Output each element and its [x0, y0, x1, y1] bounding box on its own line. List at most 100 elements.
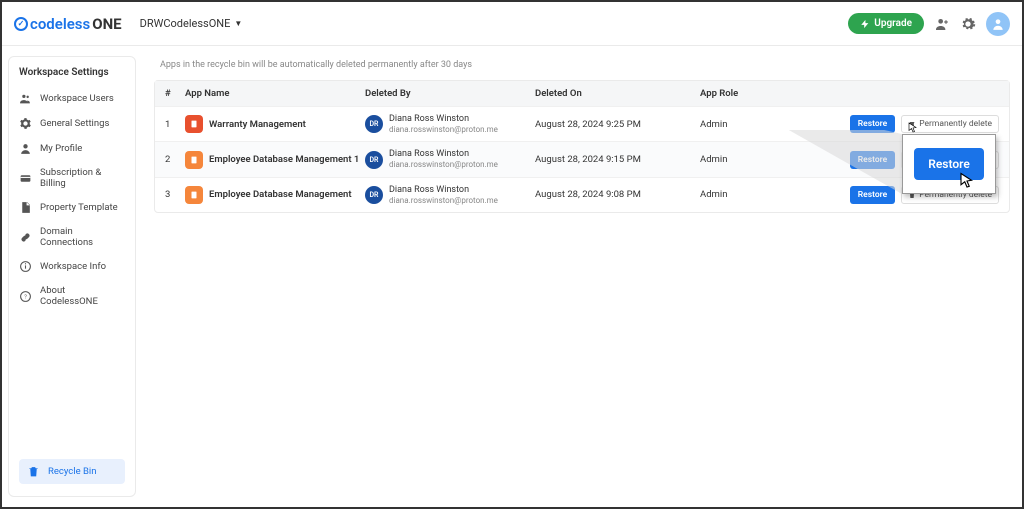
- user-email: diana.rosswinston@proton.me: [389, 160, 498, 170]
- trash-icon: [27, 465, 40, 478]
- chevron-down-icon: ▼: [234, 19, 242, 28]
- restore-button[interactable]: Restore: [850, 186, 895, 204]
- brand-logo[interactable]: ✓ codelessONE: [14, 15, 122, 33]
- document-icon: [19, 201, 32, 214]
- sidebar-item-workspace-users[interactable]: Workspace Users: [9, 86, 135, 111]
- workspace-selector[interactable]: DRWCodelessONE ▼: [140, 17, 243, 30]
- link-icon: [19, 231, 32, 244]
- user-avatar-badge: DR: [365, 186, 383, 204]
- perm-delete-label: Permanently delete: [919, 155, 992, 165]
- recycle-notice: Apps in the recycle bin will be automati…: [160, 60, 1010, 70]
- perm-delete-label: Permanently delete: [919, 119, 992, 129]
- user-avatar-badge: DR: [365, 115, 383, 133]
- app-cell[interactable]: Employee Database Management: [185, 186, 365, 204]
- sidebar-label: My Profile: [40, 143, 82, 154]
- col-deleted-on: Deleted On: [535, 88, 700, 99]
- user-info: Diana Ross Winston diana.rosswinston@pro…: [389, 185, 498, 205]
- sidebar-item-subscription[interactable]: Subscription & Billing: [9, 161, 135, 195]
- cursor-icon: [907, 122, 919, 134]
- sidebar-label: Workspace Users: [40, 93, 114, 104]
- info-icon: [19, 260, 32, 273]
- sidebar-label: General Settings: [40, 118, 109, 129]
- user-name: Diana Ross Winston: [389, 149, 498, 160]
- user-name: Diana Ross Winston: [389, 114, 498, 125]
- deleted-on: August 28, 2024 9:15 PM: [535, 154, 700, 165]
- sidebar-label: Recycle Bin: [48, 466, 96, 477]
- main-content: Apps in the recycle bin will be automati…: [142, 46, 1022, 507]
- row-index: 1: [165, 119, 185, 130]
- app-cell[interactable]: Employee Database Management 1: [185, 151, 365, 169]
- row-index: 3: [165, 189, 185, 200]
- row-index: 2: [165, 154, 185, 165]
- app-role: Admin: [700, 189, 800, 200]
- col-app-role: App Role: [700, 88, 800, 99]
- user-avatar[interactable]: [986, 12, 1010, 36]
- logo-mark-icon: ✓: [14, 17, 28, 31]
- app-icon: [185, 151, 203, 169]
- app-name: Employee Database Management: [209, 189, 352, 200]
- perm-delete-label: Permanently delete: [919, 190, 992, 200]
- deleted-by-cell: DR Diana Ross Winston diana.rosswinston@…: [365, 149, 535, 169]
- app-role: Admin: [700, 154, 800, 165]
- sidebar-item-my-profile[interactable]: My Profile: [9, 136, 135, 161]
- deleted-on: August 28, 2024 9:08 PM: [535, 189, 700, 200]
- table-row: 3 Employee Database Management DR Diana …: [155, 177, 1009, 212]
- upgrade-button[interactable]: Upgrade: [848, 13, 924, 34]
- user-avatar-badge: DR: [365, 151, 383, 169]
- workspace-name: DRWCodelessONE: [140, 17, 231, 30]
- table-header: # App Name Deleted By Deleted On App Rol…: [155, 81, 1009, 106]
- app-cell[interactable]: Warranty Management: [185, 115, 365, 133]
- gear-icon[interactable]: [960, 16, 976, 32]
- row-actions: Restore Permanently delete: [850, 151, 999, 169]
- row-actions: Restore Permanently delete: [850, 186, 999, 204]
- add-user-icon[interactable]: [934, 16, 950, 32]
- card-icon: [19, 172, 32, 185]
- row-actions: Restore Permanently delete: [850, 115, 999, 133]
- restore-button[interactable]: Restore: [850, 115, 895, 133]
- col-app-name: App Name: [185, 88, 365, 99]
- permanently-delete-button[interactable]: Permanently delete: [901, 186, 999, 204]
- sidebar-title: Workspace Settings: [9, 65, 135, 86]
- people-icon: [19, 92, 32, 105]
- deleted-by-cell: DR Diana Ross Winston diana.rosswinston@…: [365, 185, 535, 205]
- sidebar-label: Subscription & Billing: [40, 167, 125, 189]
- upgrade-label: Upgrade: [874, 18, 912, 29]
- user-email: diana.rosswinston@proton.me: [389, 125, 498, 135]
- sidebar-label: Property Template: [40, 202, 118, 213]
- sidebar-item-domain-connections[interactable]: Domain Connections: [9, 220, 135, 254]
- user-email: diana.rosswinston@proton.me: [389, 196, 498, 206]
- user-name: Diana Ross Winston: [389, 185, 498, 196]
- sidebar-item-workspace-info[interactable]: Workspace Info: [9, 254, 135, 279]
- deleted-on: August 28, 2024 9:25 PM: [535, 119, 700, 130]
- sidebar-bottom: Recycle Bin: [9, 459, 135, 488]
- app-header: ✓ codelessONE DRWCodelessONE ▼ Upgrade: [2, 2, 1022, 46]
- apps-table: # App Name Deleted By Deleted On App Rol…: [154, 80, 1010, 213]
- trash-icon: [908, 191, 916, 199]
- restore-button[interactable]: Restore: [850, 151, 895, 169]
- person-icon: [19, 142, 32, 155]
- sidebar: Workspace Settings Workspace Users Gener…: [2, 46, 142, 507]
- sidebar-item-general-settings[interactable]: General Settings: [9, 111, 135, 136]
- col-idx: #: [165, 88, 185, 99]
- app-role: Admin: [700, 119, 800, 130]
- sidebar-item-about[interactable]: ? About CodelessONE: [9, 279, 135, 313]
- sidebar-item-property-template[interactable]: Property Template: [9, 195, 135, 220]
- user-info: Diana Ross Winston diana.rosswinston@pro…: [389, 149, 498, 169]
- sidebar-item-recycle-bin[interactable]: Recycle Bin: [19, 459, 125, 484]
- app-layout: Workspace Settings Workspace Users Gener…: [2, 46, 1022, 507]
- brand-text-prefix: codeless: [30, 15, 90, 33]
- app-name: Employee Database Management 1: [209, 154, 359, 165]
- sidebar-label: About CodelessONE: [40, 285, 125, 307]
- brand-text-suffix: ONE: [92, 15, 121, 33]
- gear-icon: [19, 117, 32, 130]
- sidebar-label: Domain Connections: [40, 226, 125, 248]
- app-name: Warranty Management: [209, 119, 306, 130]
- user-info: Diana Ross Winston diana.rosswinston@pro…: [389, 114, 498, 134]
- permanently-delete-button[interactable]: Permanently delete: [901, 151, 999, 169]
- person-icon: [991, 17, 1005, 31]
- table-row: 2 Employee Database Management 1 DR Dian…: [155, 141, 1009, 176]
- table-row: 1 Warranty Management DR Diana Ross Wins…: [155, 106, 1009, 141]
- about-icon: ?: [19, 290, 32, 303]
- app-icon: [185, 186, 203, 204]
- thunder-icon: [860, 19, 870, 29]
